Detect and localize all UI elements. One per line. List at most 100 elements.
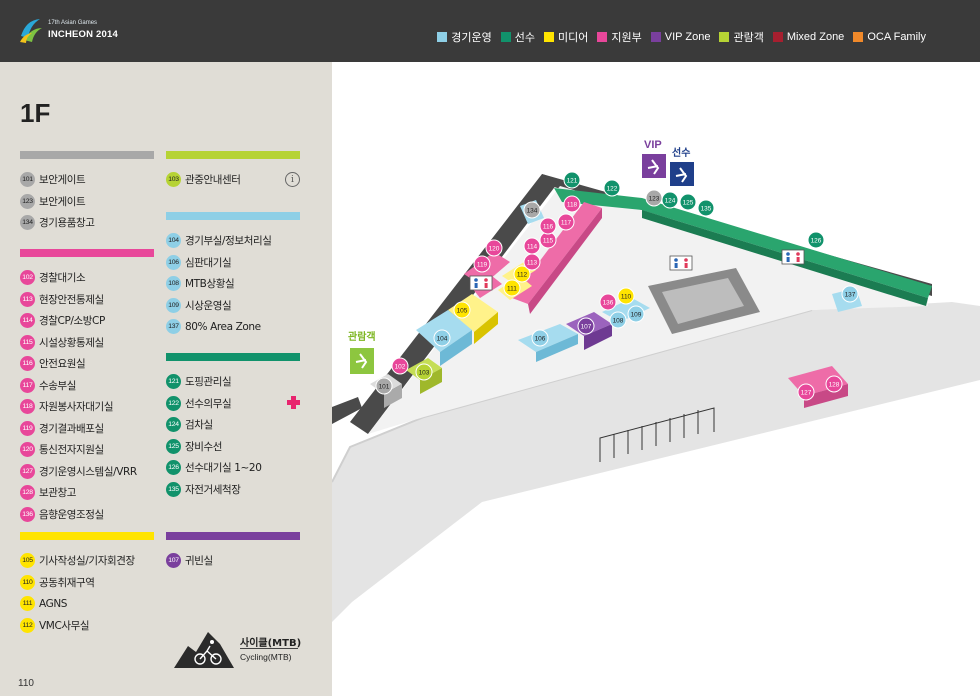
room-list-item: 103 관중안내센터 i [166, 169, 300, 191]
room-name: AGNS [39, 597, 68, 610]
room-list-item: 102 경찰대기소 [20, 267, 154, 289]
room-list-item: 121 도핑관리실 [166, 371, 300, 393]
map-marker-number: 115 [543, 237, 554, 244]
map-marker-number: 113 [527, 259, 538, 266]
group-color-bar [20, 151, 154, 159]
restroom-icon [669, 255, 693, 271]
map-room-marker: 102 [391, 357, 409, 375]
room-list-item: 116 안전요원실 [20, 353, 154, 375]
map-room-marker: 127 [797, 383, 815, 401]
room-number-badge: 103 [166, 172, 181, 188]
room-name: 공동취재구역 [39, 576, 95, 589]
map-marker-number: 122 [607, 185, 618, 192]
svg-text:관람객: 관람객 [348, 330, 376, 343]
map-room-marker: 116 [539, 217, 557, 235]
legend-swatch [597, 32, 608, 42]
group-color-bar [166, 151, 300, 159]
room-list-item: 108 MTB상황실 [166, 273, 300, 295]
room-list-item: 134 경기용품창고 [20, 212, 154, 234]
map-room-marker: 105 [453, 301, 471, 319]
map-room-marker: 124 [661, 191, 679, 209]
room-name: 현장안전통제실 [39, 293, 104, 306]
room-name: 경찰대기소 [39, 272, 86, 285]
map-marker-number: 121 [567, 177, 578, 184]
legend-swatch [650, 32, 661, 42]
room-number-badge: 122 [166, 395, 181, 411]
group-color-bar [20, 249, 154, 257]
group-color-bar [166, 353, 300, 361]
legend-item: 미디어 [544, 29, 588, 45]
map-room-marker: 126 [807, 231, 825, 249]
room-name: 경기용품창고 [39, 217, 95, 230]
map-marker-number: 110 [621, 293, 632, 300]
room-list-item: 107 귀빈실 [166, 550, 300, 572]
room-name: 안전요원실 [39, 358, 86, 371]
legend-swatch [500, 32, 511, 42]
room-list-item: 114 경찰CP/소방CP [20, 310, 154, 332]
group-vip: 107 귀빈실 [166, 532, 300, 572]
games-logo: 17th Asian Games INCHEON 2014 [18, 14, 128, 50]
map-marker-number: 118 [567, 201, 578, 208]
room-list-item: 120 통신전자지원실 [20, 439, 154, 461]
legend-item: VIP Zone [650, 31, 711, 43]
map-room-marker: 108 [609, 311, 627, 329]
map-marker-number: 108 [613, 317, 624, 324]
group-athlete: 121 도핑관리실 122 선수의무실 124 검차실 125 장비수선 126 선수대기실 1~… [166, 353, 300, 500]
room-list-item: 135 자전거세척장 [166, 479, 300, 501]
room-list-item: 111 AGNS [20, 593, 154, 615]
room-number-badge: 107 [166, 553, 181, 569]
legend-label: 미디어 [558, 32, 589, 44]
legend-label: 관람객 [733, 32, 764, 44]
page-number: 110 [18, 678, 34, 689]
medical-cross-icon [287, 395, 300, 409]
header-bar: 17th Asian Games INCHEON 2014 경기운영 선수 미디어 지… [0, 0, 980, 62]
map-room-marker: 111 [503, 279, 521, 297]
room-number-badge: 127 [20, 463, 35, 479]
map-marker-number: 114 [527, 243, 538, 250]
group-color-bar [166, 532, 300, 540]
group-operations: 104 경기부실/정보처리실 106 심판대기실 108 MTB상황실 109 시상운영실 13… [166, 212, 300, 338]
room-name: 검차실 [185, 419, 213, 432]
room-list-item: 106 심판대기실 [166, 252, 300, 274]
map-marker-number: 117 [561, 219, 572, 226]
room-name: MTB상황실 [185, 278, 235, 291]
map-marker-number: 119 [477, 261, 488, 268]
map-room-marker: 110 [617, 287, 635, 305]
legend-label: 지원부 [611, 32, 642, 44]
room-number-badge: 135 [166, 481, 181, 497]
room-name: 수송부실 [39, 379, 77, 392]
legend-label: VIP Zone [664, 31, 711, 43]
map-marker-number: 116 [543, 223, 554, 230]
legend-label: OCA Family [867, 31, 926, 43]
room-list-item: 122 선수의무실 [166, 393, 300, 415]
legend-item: 관람객 [719, 29, 764, 45]
room-name: 귀빈실 [185, 555, 213, 568]
map-room-marker: 123 [645, 189, 663, 207]
color-legend: 경기운영 선수 미디어 지원부 VIP Zone 관람객 Mixed Zone OCA Fam… [428, 30, 926, 44]
legend-swatch [853, 32, 864, 42]
map-marker-number: 109 [631, 311, 642, 318]
room-number-badge: 116 [20, 356, 35, 372]
room-name: 경기부실/정보처리실 [185, 235, 272, 248]
logo-subtitle: 17th Asian Games [48, 20, 98, 26]
legend-swatch [719, 32, 730, 42]
legend-item: 지원부 [597, 29, 642, 45]
floor-map: VIP 선수 관람객 101 102 103 104 105 106 107 108 109 11… [332, 139, 980, 622]
room-list-item: 101 보안게이트 [20, 169, 154, 191]
map-marker-number: 135 [701, 205, 712, 212]
room-number-badge: 128 [20, 485, 35, 501]
room-name: 관중안내센터 [185, 174, 241, 187]
map-room-marker: 120 [485, 239, 503, 257]
room-number-badge: 120 [20, 442, 35, 458]
room-list-item: 115 시설상황통제실 [20, 332, 154, 354]
map-marker-number: 137 [845, 291, 856, 298]
map-marker-number: 128 [829, 381, 840, 388]
map-marker-number: 120 [489, 245, 500, 252]
room-name: 보안게이트 [39, 174, 86, 187]
room-list-item: 137 80% Area Zone [166, 316, 300, 338]
info-icon: i [285, 172, 300, 187]
room-number-badge: 112 [20, 617, 35, 633]
restroom-icon [781, 249, 805, 265]
room-list-item: 105 기사작성실/기자회견장 [20, 550, 154, 572]
map-marker-number: 134 [527, 207, 538, 214]
